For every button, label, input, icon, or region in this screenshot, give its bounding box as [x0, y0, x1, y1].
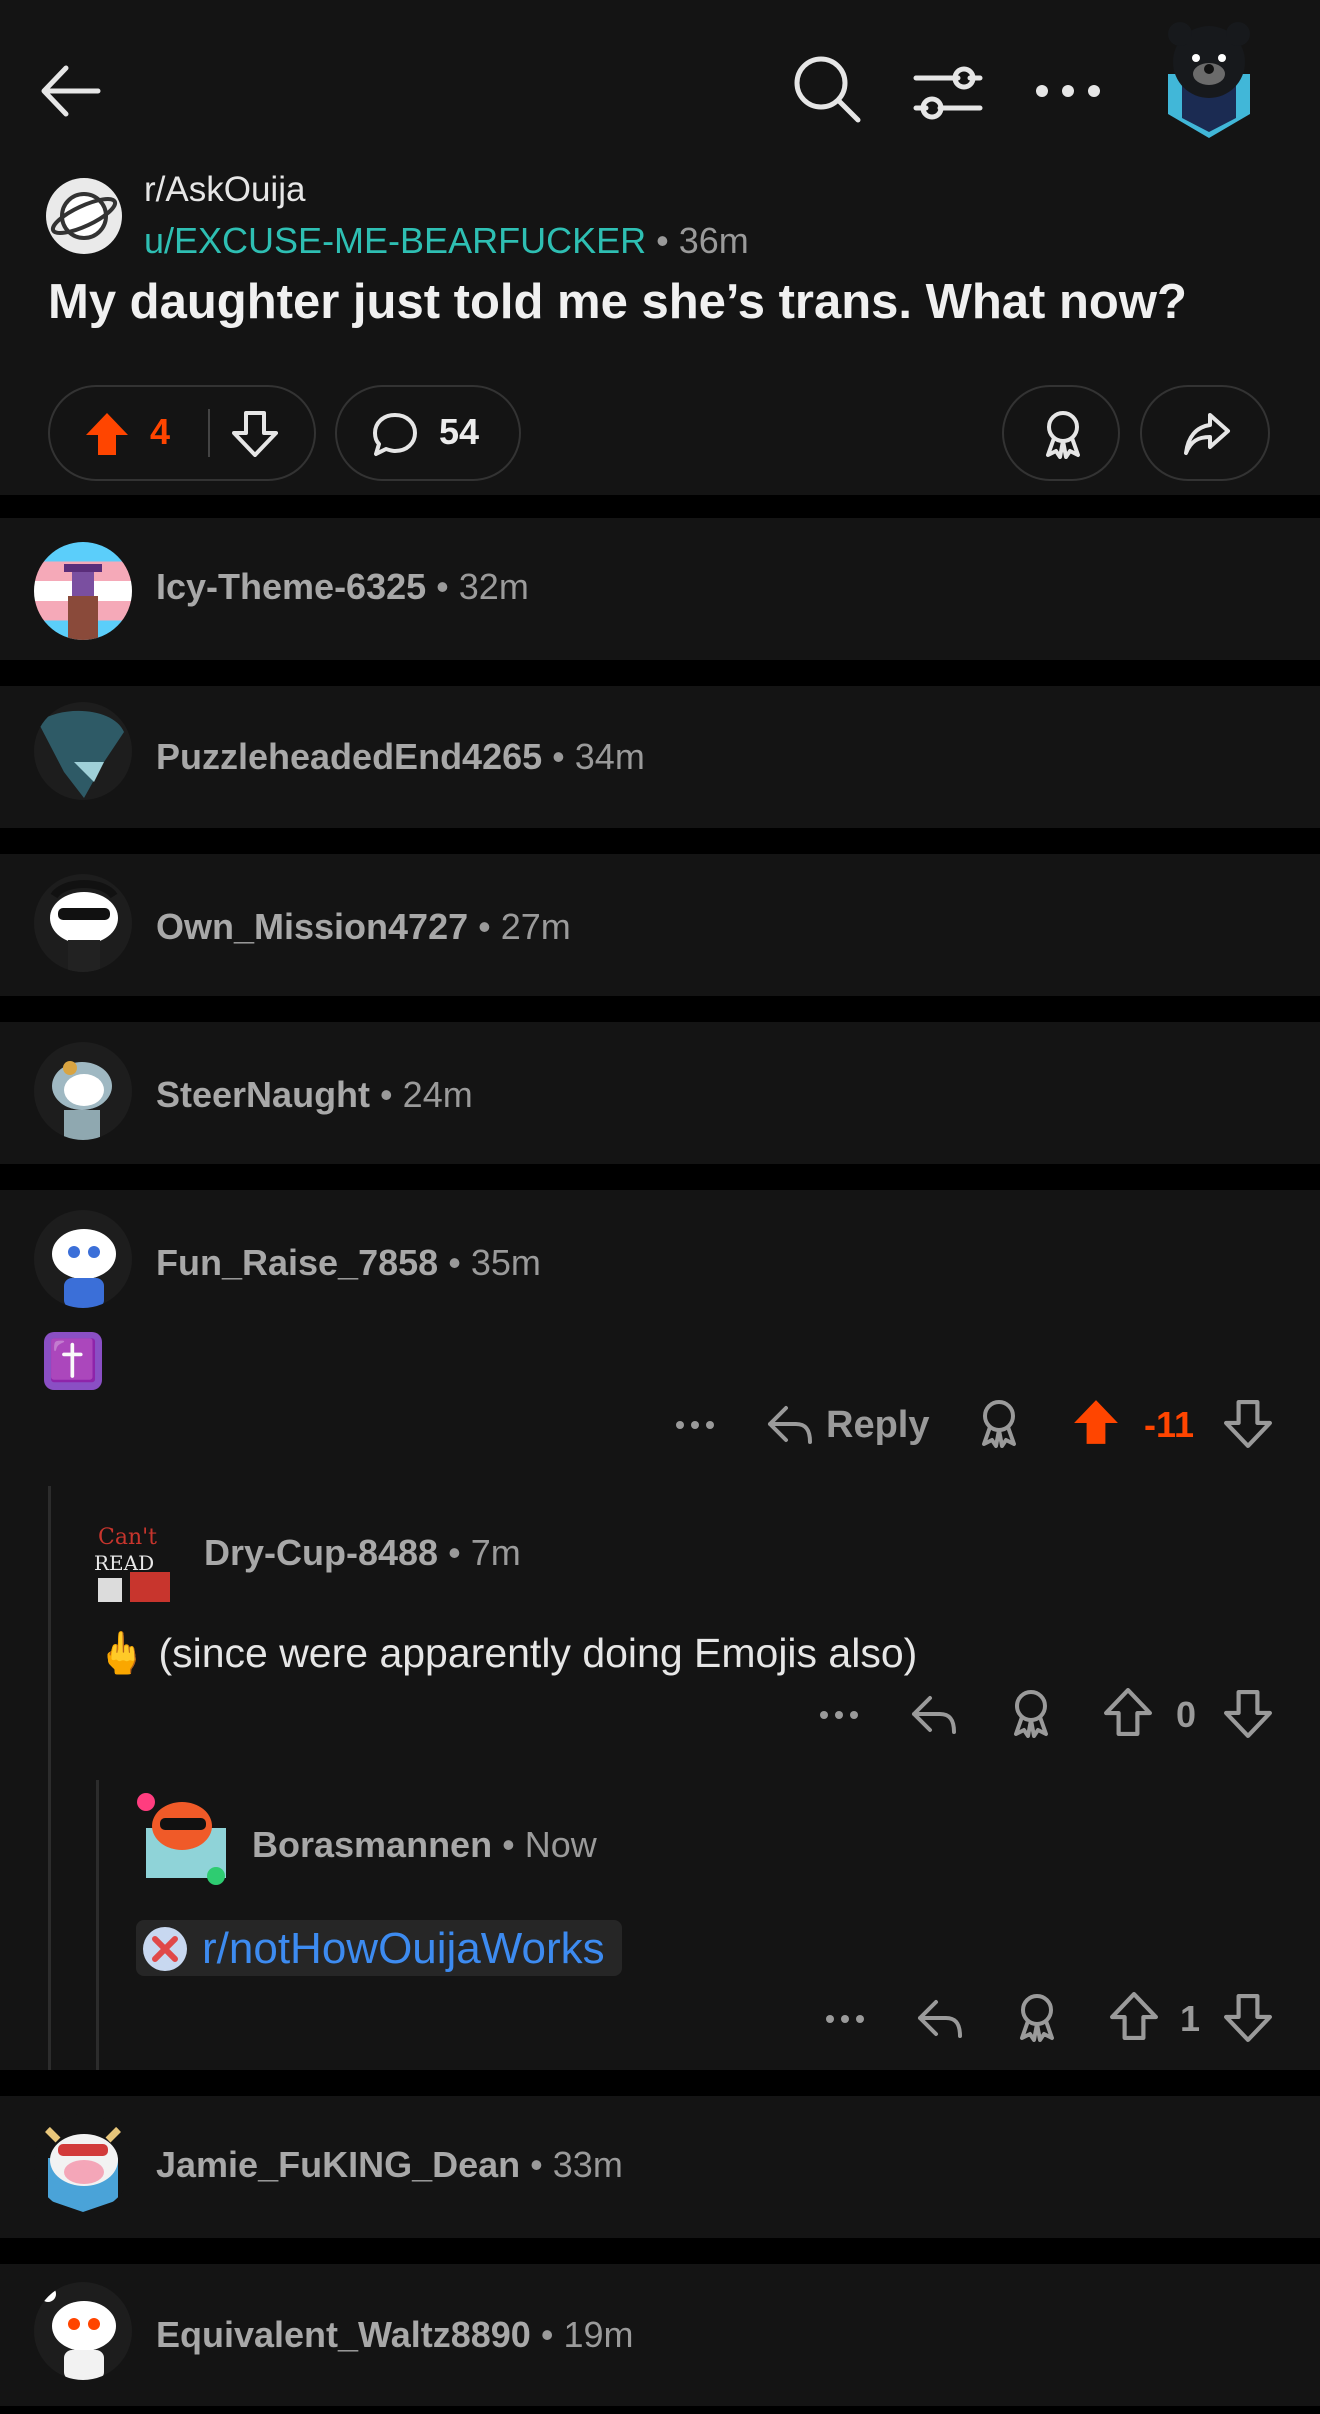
more-options-icon[interactable] — [818, 1694, 860, 1736]
comment-age: 7m — [470, 1532, 521, 1573]
comment-username[interactable]: Equivalent_Waltz8890 — [156, 2314, 531, 2355]
user-avatar[interactable] — [34, 2114, 132, 2212]
more-options-icon[interactable] — [824, 1998, 866, 2040]
share-arrow-icon — [1184, 413, 1230, 455]
search-icon[interactable] — [788, 50, 864, 126]
subreddit-link-icon — [143, 1927, 187, 1971]
separator-dot: • — [448, 1532, 461, 1573]
vote-pill: 4 — [48, 385, 316, 481]
comment-age: 27m — [500, 906, 571, 947]
comment-age: 33m — [552, 2144, 623, 2185]
subreddit-name[interactable]: r/AskOuija — [144, 170, 305, 210]
award-icon[interactable] — [1014, 1992, 1060, 2042]
comment-username[interactable]: Jamie_FuKING_Dean — [156, 2144, 520, 2185]
reply-arrow-icon[interactable] — [916, 1994, 964, 2042]
user-avatar[interactable] — [34, 1042, 132, 1140]
user-avatar[interactable] — [34, 542, 132, 640]
comment-username[interactable]: Icy-Theme-6325 — [156, 566, 426, 607]
comment-username[interactable]: PuzzleheadedEnd4265 — [156, 736, 542, 777]
comment-age: 35m — [470, 1242, 541, 1283]
subreddit-link[interactable]: r/notHowOuijaWorks — [202, 1924, 605, 1974]
user-avatar[interactable] — [34, 874, 132, 972]
separator-dot: • — [380, 1074, 393, 1115]
separator-dot: • — [552, 736, 565, 777]
downvote-icon[interactable] — [232, 411, 278, 457]
comment-collapsed[interactable]: PuzzleheadedEnd4265 • 34m — [0, 686, 1320, 828]
comment-age: 24m — [402, 1074, 473, 1115]
user-avatar[interactable]: Can't READ — [90, 1508, 188, 1606]
comment-collapsed[interactable]: Equivalent_Waltz8890 • 19m — [0, 2264, 1320, 2406]
more-options-icon[interactable] — [674, 1404, 716, 1446]
comment-body: 🖕 (since were apparently doing Emojis al… — [96, 1630, 918, 1676]
award-icon[interactable] — [1008, 1688, 1054, 1738]
comment-username[interactable]: Own_Mission4727 — [156, 906, 468, 947]
reply-arrow-icon[interactable] — [910, 1690, 958, 1738]
ellipsis-icon[interactable] — [1030, 56, 1106, 126]
comment-score: 0 — [1176, 1694, 1197, 1735]
comment-score: 1 — [1180, 1998, 1201, 2039]
svg-text:Can't: Can't — [98, 1525, 157, 1550]
comments-button[interactable]: 54 — [335, 385, 521, 481]
separator-dot: • — [656, 220, 669, 261]
back-arrow-icon[interactable] — [36, 56, 106, 126]
upvote-icon[interactable] — [1110, 1992, 1158, 2040]
comment-age: Now — [524, 1824, 597, 1865]
user-avatar-icon[interactable] — [1160, 22, 1258, 140]
comment-collapsed[interactable]: Icy-Theme-6325 • 32m — [0, 518, 1320, 660]
downvote-icon[interactable] — [1224, 1994, 1272, 2042]
subreddit-logo-icon[interactable] — [46, 178, 122, 254]
post-header: r/AskOuija u/EXCUSE-ME-BEARFUCKER • 36m … — [0, 0, 1320, 495]
comment-username[interactable]: Dry-Cup-8488 — [204, 1532, 438, 1573]
separator-dot: • — [448, 1242, 461, 1283]
comment-username[interactable]: Fun_Raise_7858 — [156, 1242, 438, 1283]
award-button[interactable] — [1002, 385, 1120, 481]
vote-divider — [208, 409, 210, 457]
comment-body: ✝️ — [48, 1339, 98, 1383]
reply-button[interactable]: Reply — [826, 1404, 929, 1447]
downvote-icon[interactable] — [1224, 1400, 1272, 1448]
post-author[interactable]: u/EXCUSE-ME-BEARFUCKER — [144, 220, 646, 261]
thread-line[interactable] — [48, 1486, 51, 2070]
user-avatar[interactable] — [136, 1788, 234, 1886]
separator-dot: • — [502, 1824, 515, 1865]
upvote-filled-icon[interactable] — [84, 411, 130, 457]
cross-emoji: ✝️ — [44, 1332, 102, 1390]
upvote-filled-icon[interactable] — [1072, 1398, 1120, 1446]
post-score: 4 — [150, 411, 171, 452]
user-avatar[interactable] — [34, 2282, 132, 2380]
downvote-icon[interactable] — [1224, 1690, 1272, 1738]
user-avatar[interactable] — [34, 1210, 132, 1308]
svg-text:READ: READ — [94, 1551, 154, 1575]
comment-collapsed[interactable]: Jamie_FuKING_Dean • 33m — [0, 2096, 1320, 2238]
separator-dot: • — [540, 2314, 554, 2355]
award-icon[interactable] — [976, 1398, 1022, 1448]
reply-arrow-icon[interactable] — [766, 1400, 814, 1448]
post-age: 36m — [678, 220, 749, 261]
comment-bubble-icon — [373, 413, 417, 456]
comment-collapsed[interactable]: Own_Mission4727 • 27m — [0, 854, 1320, 996]
separator-dot: • — [530, 2144, 543, 2185]
post-title: My daughter just told me she’s trans. Wh… — [48, 275, 1187, 329]
post-meta: u/EXCUSE-ME-BEARFUCKER • 36m — [144, 220, 749, 262]
comment-age: 34m — [574, 736, 645, 777]
comment-count: 54 — [439, 411, 480, 452]
comment-username[interactable]: SteerNaught — [156, 1074, 370, 1115]
comment-username[interactable]: Borasmannen — [252, 1824, 492, 1865]
sort-filter-icon[interactable] — [910, 54, 986, 130]
upvote-icon[interactable] — [1104, 1688, 1152, 1736]
comment-collapsed[interactable]: SteerNaught • 24m — [0, 1022, 1320, 1164]
award-icon — [1046, 411, 1080, 459]
comment-age: 19m — [563, 2314, 634, 2355]
share-button[interactable] — [1140, 385, 1270, 481]
user-avatar[interactable] — [34, 702, 132, 800]
thread-line[interactable] — [96, 1780, 99, 2070]
separator-dot: • — [436, 566, 449, 607]
comment-score: -11 — [1144, 1404, 1195, 1445]
separator-dot: • — [478, 906, 491, 947]
comment-age: 32m — [458, 566, 529, 607]
